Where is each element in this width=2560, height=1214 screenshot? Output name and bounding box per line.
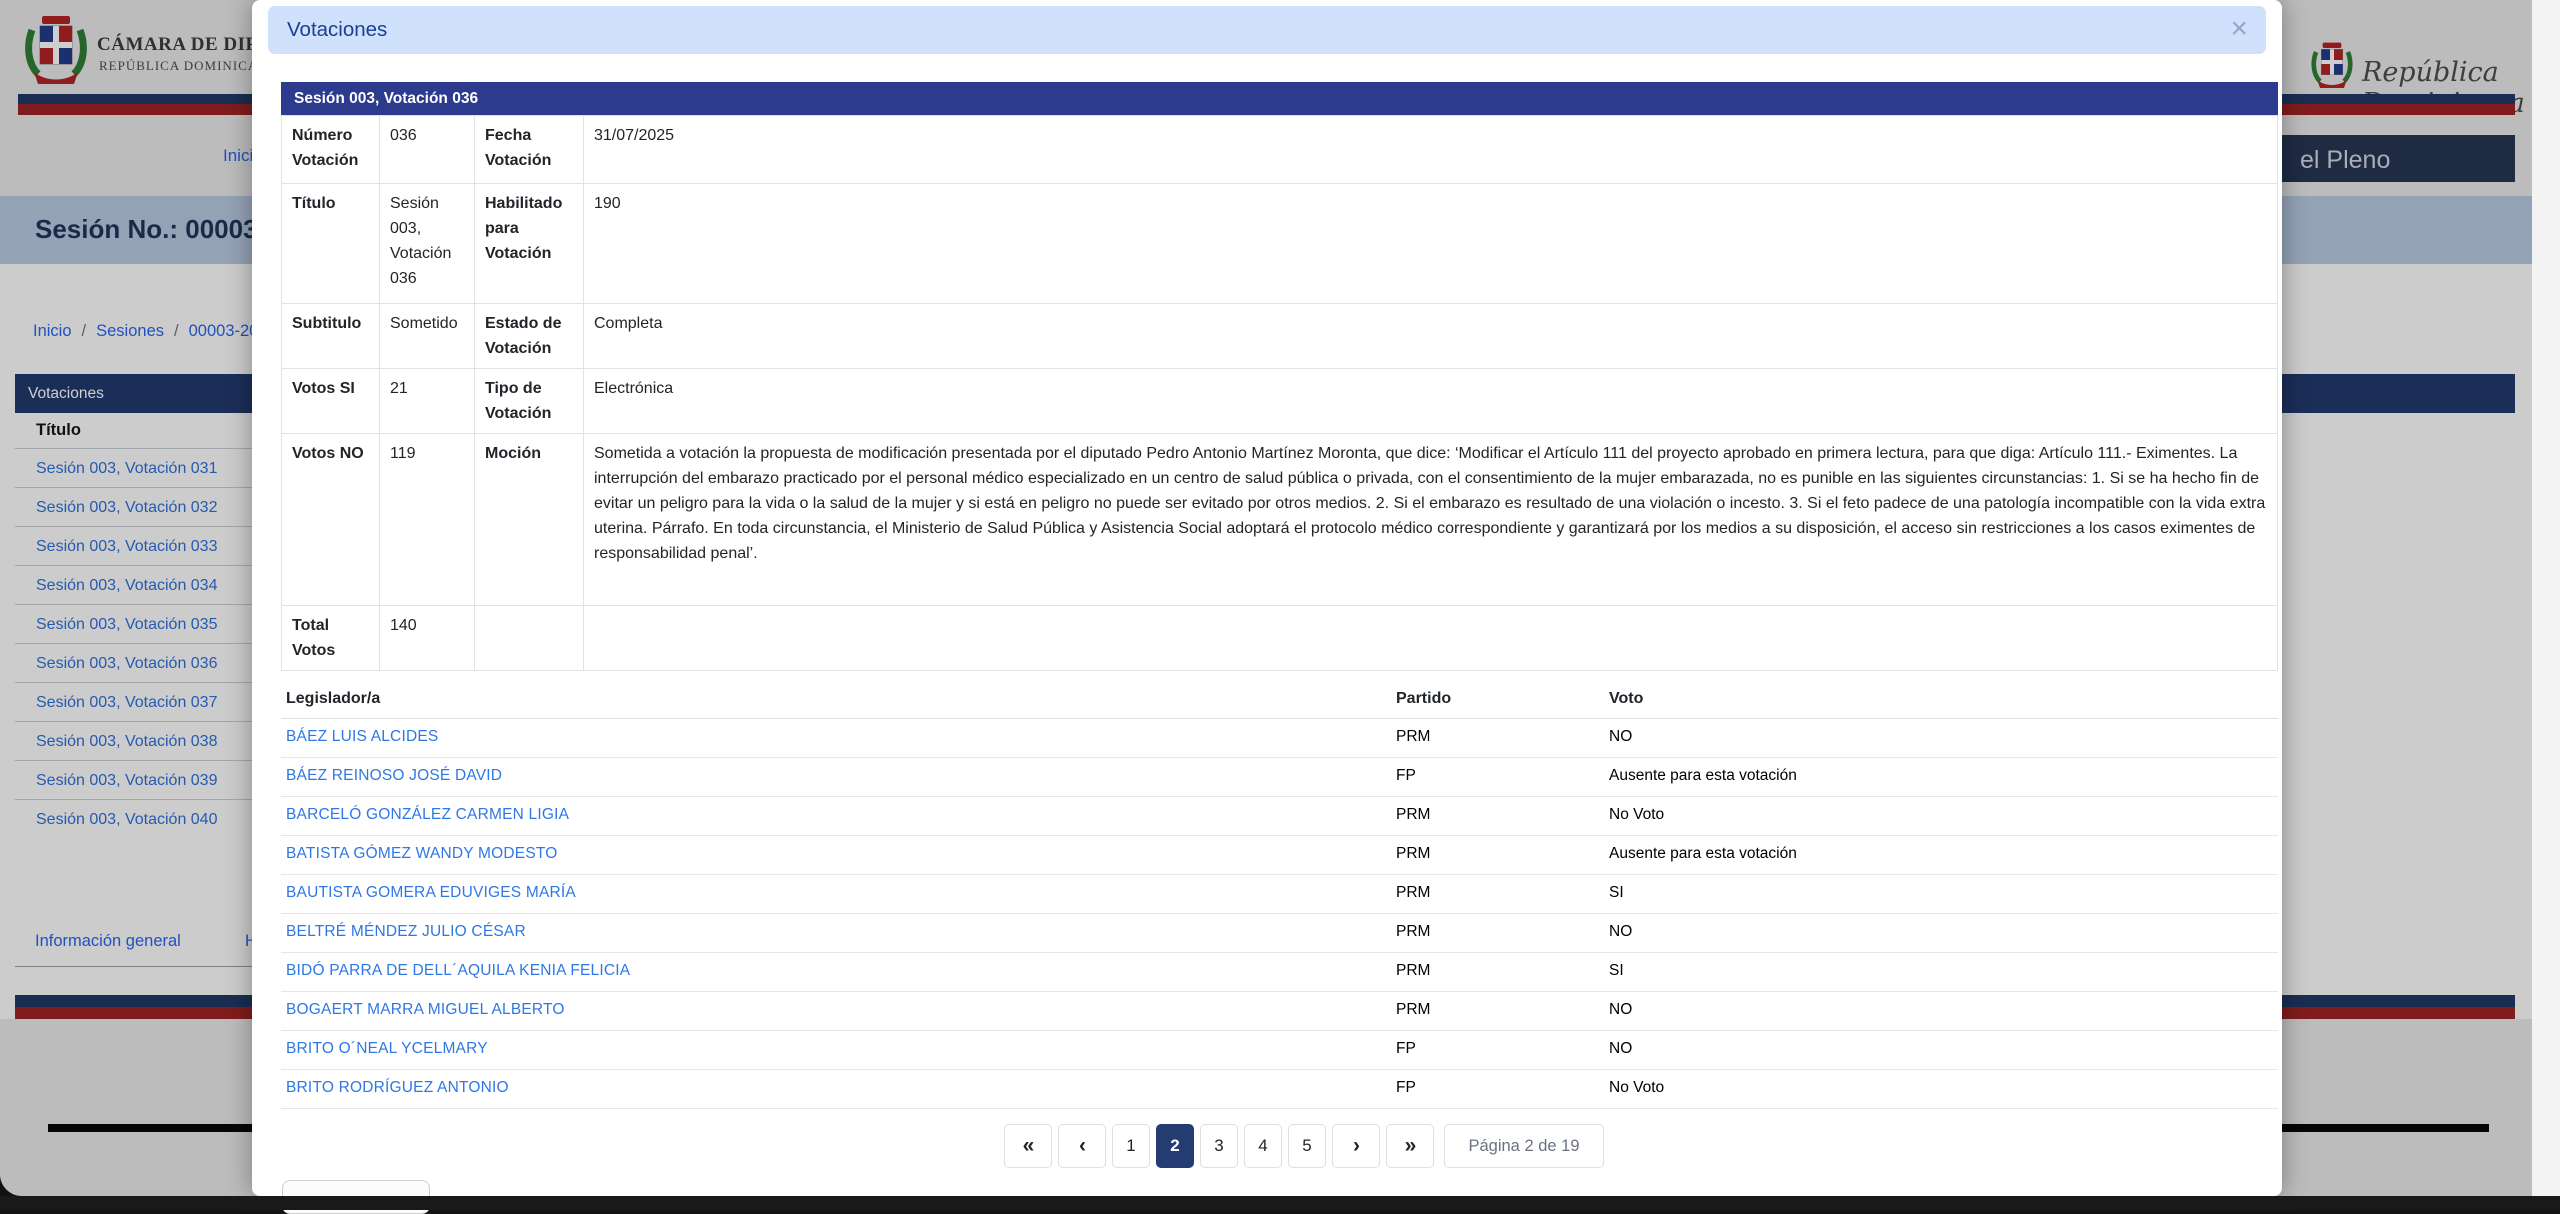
habilitado-value: 190 bbox=[584, 184, 2278, 304]
tipo-label: Tipo de Votación bbox=[475, 369, 584, 434]
legislator-name-link[interactable]: BARCELÓ GONZÁLEZ CARMEN LIGIA bbox=[286, 806, 569, 824]
legislator-row: BELTRÉ MÉNDEZ JULIO CÉSAR PRM NO bbox=[281, 914, 2278, 953]
titulo-value: Sesión 003, Votación 036 bbox=[380, 184, 475, 304]
legislator-party: PRM bbox=[1396, 845, 1430, 863]
modal-title: Votaciones bbox=[287, 6, 387, 54]
titulo-label: Título bbox=[282, 184, 380, 304]
pagination-last-button[interactable]: » bbox=[1386, 1124, 1434, 1168]
legislator-party: PRM bbox=[1396, 884, 1430, 902]
legislator-name-link[interactable]: BELTRÉ MÉNDEZ JULIO CÉSAR bbox=[286, 923, 526, 941]
header-partido: Partido bbox=[1396, 690, 1451, 708]
window-bottom-edge bbox=[0, 1196, 2560, 1210]
legislator-row: BAUTISTA GOMERA EDUVIGES MARÍA PRM SI bbox=[281, 875, 2278, 914]
votos-no-value: 119 bbox=[380, 434, 475, 606]
header-legislador: Legislador/a bbox=[286, 690, 380, 708]
legislator-party: FP bbox=[1396, 767, 1416, 785]
legislators-table-header: Legislador/a Partido Voto bbox=[281, 683, 2278, 719]
legislator-name-link[interactable]: BÁEZ REINOSO JOSÉ DAVID bbox=[286, 767, 502, 785]
legislator-row: BARCELÓ GONZÁLEZ CARMEN LIGIA PRM No Voto bbox=[281, 797, 2278, 836]
legislator-name-link[interactable]: BOGAERT MARRA MIGUEL ALBERTO bbox=[286, 1001, 565, 1019]
legislator-party: PRM bbox=[1396, 1001, 1430, 1019]
pagination-page-5[interactable]: 5 bbox=[1288, 1124, 1326, 1168]
header-voto: Voto bbox=[1609, 690, 1643, 708]
pagination: « ‹ 12345 › » Página 2 de 19 bbox=[1004, 1124, 1604, 1168]
total-value: 140 bbox=[380, 606, 475, 671]
legislator-vote: NO bbox=[1609, 1001, 1632, 1019]
legislator-vote: SI bbox=[1609, 962, 1624, 980]
legislator-vote: No Voto bbox=[1609, 1079, 1664, 1097]
numero-value: 036 bbox=[380, 116, 475, 184]
fecha-value: 31/07/2025 bbox=[584, 116, 2278, 184]
legislator-row: BRITO RODRÍGUEZ ANTONIO FP No Voto bbox=[281, 1070, 2278, 1109]
legislator-vote: NO bbox=[1609, 1040, 1632, 1058]
legislator-vote: NO bbox=[1609, 728, 1632, 746]
legislator-vote: No Voto bbox=[1609, 806, 1664, 824]
legislator-party: FP bbox=[1396, 1079, 1416, 1097]
legislator-vote: SI bbox=[1609, 884, 1624, 902]
legislator-vote: NO bbox=[1609, 923, 1632, 941]
page-edge-strip bbox=[2532, 0, 2560, 1196]
habilitado-label: Habilitado para Votación bbox=[475, 184, 584, 304]
legislator-name-link[interactable]: BIDÓ PARRA DE DELL´AQUILA KENIA FELICIA bbox=[286, 962, 630, 980]
pagination-page-4[interactable]: 4 bbox=[1244, 1124, 1282, 1168]
modal-header: Votaciones × bbox=[268, 6, 2266, 54]
votos-no-label: Votos NO bbox=[282, 434, 380, 606]
total-label: Total Votos bbox=[282, 606, 380, 671]
subtitulo-label: Subtitulo bbox=[282, 304, 380, 369]
legislator-name-link[interactable]: BAUTISTA GOMERA EDUVIGES MARÍA bbox=[286, 884, 576, 902]
legislator-party: PRM bbox=[1396, 728, 1430, 746]
pagination-page-3[interactable]: 3 bbox=[1200, 1124, 1238, 1168]
empty-cell bbox=[475, 606, 584, 671]
legislator-party: FP bbox=[1396, 1040, 1416, 1058]
votos-si-value: 21 bbox=[380, 369, 475, 434]
pagination-status: Página 2 de 19 bbox=[1444, 1124, 1604, 1168]
subtitulo-value: Sometido bbox=[380, 304, 475, 369]
legislator-name-link[interactable]: BÁEZ LUIS ALCIDES bbox=[286, 728, 438, 746]
empty-cell bbox=[584, 606, 2278, 671]
pagination-next-button[interactable]: › bbox=[1332, 1124, 1380, 1168]
legislator-row: BIDÓ PARRA DE DELL´AQUILA KENIA FELICIA P… bbox=[281, 953, 2278, 992]
estado-label: Estado de Votación bbox=[475, 304, 584, 369]
close-icon[interactable]: × bbox=[2230, 6, 2248, 52]
tipo-value: Electrónica bbox=[584, 369, 2278, 434]
votos-si-label: Votos SI bbox=[282, 369, 380, 434]
legislator-vote: Ausente para esta votación bbox=[1609, 767, 1797, 785]
vote-detail-table: Número Votación 036 Fecha Votación 31/07… bbox=[281, 115, 2278, 671]
legislators-table-body: BÁEZ LUIS ALCIDES PRM NO BÁEZ REINOSO JOSÉ … bbox=[281, 719, 2278, 1109]
pagination-prev-button[interactable]: ‹ bbox=[1058, 1124, 1106, 1168]
mocion-label: Moción bbox=[475, 434, 584, 606]
legislator-row: BÁEZ REINOSO JOSÉ DAVID FP Ausente para es… bbox=[281, 758, 2278, 797]
pagination-page-2[interactable]: 2 bbox=[1156, 1124, 1194, 1168]
pagination-first-button[interactable]: « bbox=[1004, 1124, 1052, 1168]
legislator-party: PRM bbox=[1396, 806, 1430, 824]
estado-value: Completa bbox=[584, 304, 2278, 369]
mocion-value: Sometida a votación la propuesta de modi… bbox=[584, 434, 2278, 606]
vote-section-header: Sesión 003, Votación 036 bbox=[281, 82, 2278, 115]
votaciones-modal: Votaciones × Sesión 003, Votación 036 Nú… bbox=[252, 0, 2282, 1196]
legislator-party: PRM bbox=[1396, 923, 1430, 941]
legislator-name-link[interactable]: BRITO O´NEAL YCELMARY bbox=[286, 1040, 488, 1058]
legislator-row: BÁEZ LUIS ALCIDES PRM NO bbox=[281, 719, 2278, 758]
legislator-row: BOGAERT MARRA MIGUEL ALBERTO PRM NO bbox=[281, 992, 2278, 1031]
legislator-vote: Ausente para esta votación bbox=[1609, 845, 1797, 863]
legislator-row: BATISTA GÓMEZ WANDY MODESTO PRM Ausente pa… bbox=[281, 836, 2278, 875]
numero-label: Número Votación bbox=[282, 116, 380, 184]
pagination-page-1[interactable]: 1 bbox=[1112, 1124, 1150, 1168]
fecha-label: Fecha Votación bbox=[475, 116, 584, 184]
legislator-party: PRM bbox=[1396, 962, 1430, 980]
legislator-name-link[interactable]: BATISTA GÓMEZ WANDY MODESTO bbox=[286, 845, 558, 863]
legislator-name-link[interactable]: BRITO RODRÍGUEZ ANTONIO bbox=[286, 1079, 509, 1097]
legislator-row: BRITO O´NEAL YCELMARY FP NO bbox=[281, 1031, 2278, 1070]
